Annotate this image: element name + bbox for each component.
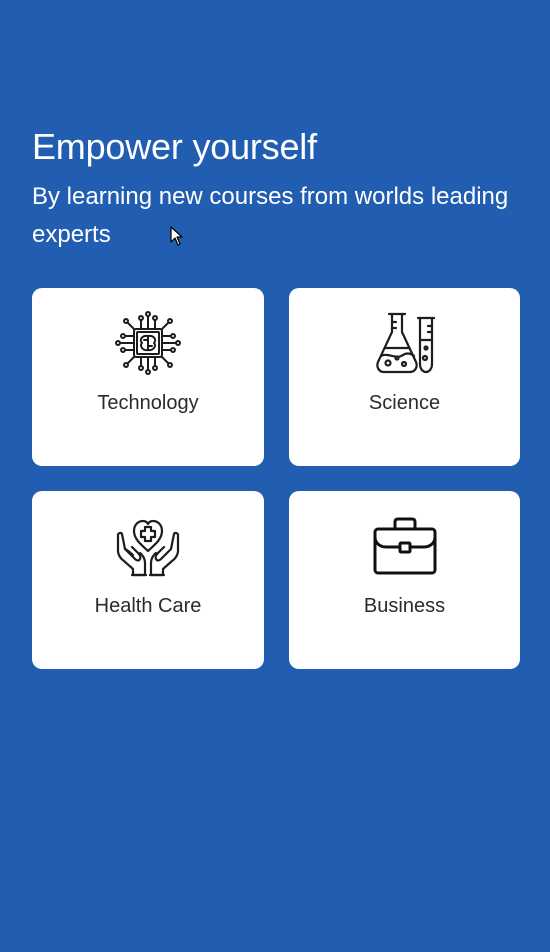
mouse-cursor-icon (170, 226, 184, 246)
category-card-business[interactable]: Business (289, 491, 520, 669)
page-subtitle: By learning new courses from worlds lead… (32, 183, 509, 248)
hero-section: Empower yourself By learning new courses… (32, 126, 537, 254)
brain-chip-icon (115, 310, 181, 376)
briefcase-icon (372, 513, 438, 579)
category-card-health-care[interactable]: Health Care (32, 491, 264, 669)
page-title: Empower yourself (32, 126, 317, 167)
category-label: Technology (97, 392, 199, 414)
heart-hands-icon (115, 513, 181, 579)
category-grid: Technology Science Health Care Business (32, 288, 520, 669)
category-label: Science (368, 392, 441, 414)
category-card-science[interactable]: Science (289, 288, 520, 466)
lab-flasks-icon (372, 310, 438, 376)
category-label: Health Care (94, 595, 202, 617)
category-card-technology[interactable]: Technology (32, 288, 264, 466)
category-label: Business (363, 595, 446, 617)
